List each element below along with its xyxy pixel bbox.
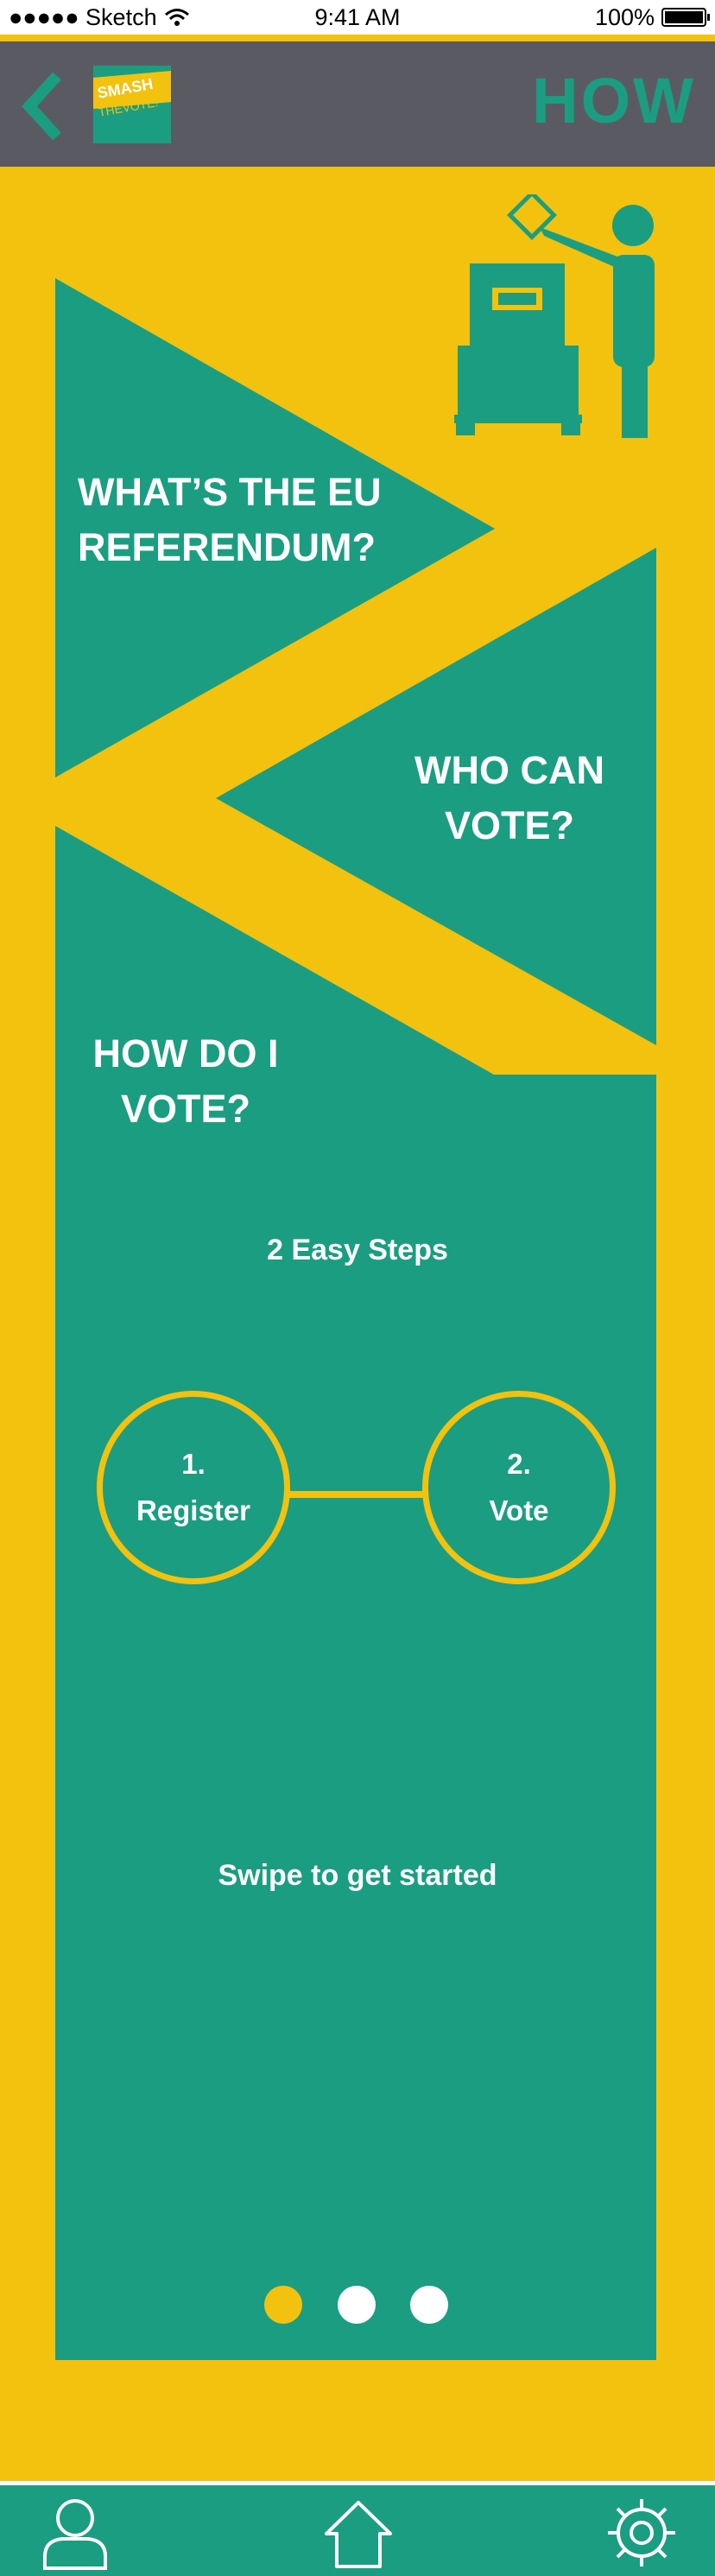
swipe-hint: Swipe to get started (218, 1859, 497, 1892)
page-dot-2[interactable] (338, 2286, 376, 2324)
tab-settings[interactable] (603, 2494, 680, 2572)
step-number: 2. (507, 1448, 531, 1480)
tab-profile[interactable] (36, 2494, 114, 2572)
page-dot-3[interactable] (410, 2286, 448, 2324)
tab-home[interactable] (320, 2494, 397, 2572)
home-icon (325, 2501, 392, 2568)
topic-label-line2: VOTE? (120, 1087, 250, 1131)
topic-label-line1: WHAT’S THE EU (78, 470, 382, 514)
ballot-box-illustration (454, 194, 655, 438)
step-label: Vote (489, 1494, 549, 1526)
steps-title: 2 Easy Steps (267, 1234, 448, 1266)
topic-eu-referendum[interactable]: WHAT’S THE EU REFERENDUM? (78, 465, 382, 575)
step-vote[interactable]: 2. Vote (422, 1391, 616, 1584)
gear-icon (608, 2499, 675, 2566)
step-label: Register (136, 1494, 251, 1526)
step-register[interactable]: 1. Register (97, 1391, 290, 1584)
topic-how-do-i-vote[interactable]: HOW DO I VOTE? (78, 1026, 294, 1137)
topic-label-line1: WHO CAN (414, 748, 604, 792)
topic-label-line2: REFERENDUM? (78, 525, 376, 569)
tab-bar (0, 2485, 715, 2576)
step-number: 1. (181, 1448, 206, 1480)
person-icon (43, 2499, 107, 2570)
topic-who-can-vote[interactable]: WHO CAN VOTE? (380, 743, 639, 853)
topic-label-line2: VOTE? (444, 803, 574, 847)
topic-label-line1: HOW DO I (92, 1031, 279, 1075)
page-dot-1-active[interactable] (264, 2286, 302, 2324)
step-connector (288, 1491, 425, 1498)
